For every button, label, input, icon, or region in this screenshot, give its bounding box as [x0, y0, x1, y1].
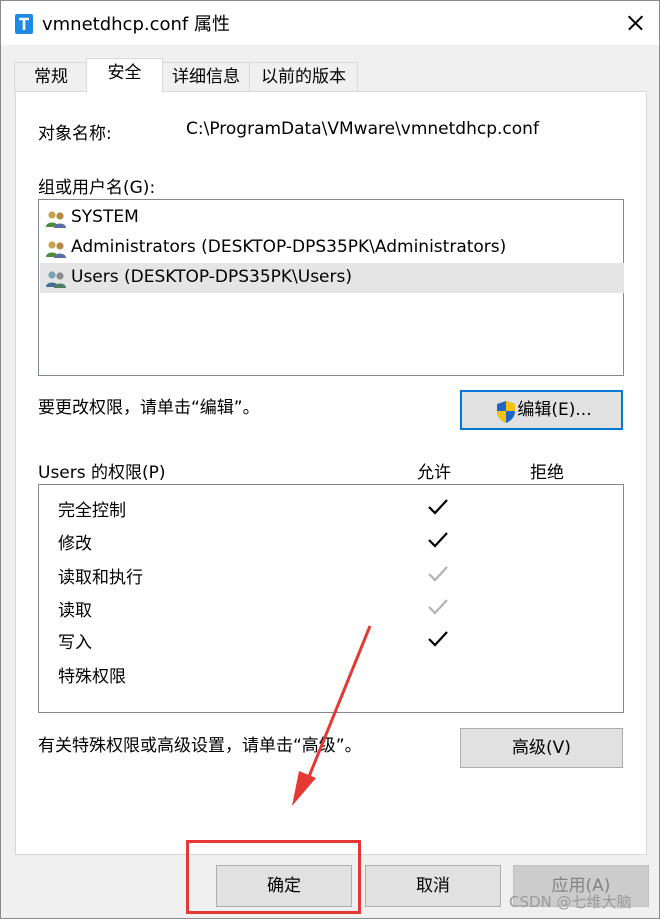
user-group-icon [46, 211, 66, 228]
permission-name: 修改 [58, 534, 92, 554]
list-item-label: Administrators (DESKTOP-DPS35PK\Administ… [71, 237, 507, 257]
tab-details[interactable]: 详细信息 [161, 62, 251, 91]
tab-label: 以前的版本 [261, 67, 346, 87]
user-group-icon [46, 241, 66, 258]
permissions-label: Users 的权限(P) [38, 463, 166, 483]
watermark-text: CSDN @七维大脑 [509, 893, 632, 911]
cancel-button-label: 取消 [416, 876, 450, 896]
title-bar: vmnetdhcp.conf 属性 [1, 1, 659, 45]
permission-name: 特殊权限 [58, 667, 126, 687]
tab-security[interactable]: 安全 [86, 58, 163, 92]
security-panel: 对象名称: C:\ProgramData\VMware\vmnetdhcp.co… [15, 91, 647, 855]
highlight-box [186, 840, 361, 914]
permissions-table: 完全控制 修改 读取和执行 读取 写入 特殊权限 [38, 484, 624, 713]
groups-label: 组或用户名(G): [38, 178, 156, 198]
check-icon [428, 631, 448, 647]
permission-name: 写入 [58, 633, 92, 653]
groups-listbox[interactable]: SYSTEM Administrators (DESKTOP-DPS35PK\A… [38, 199, 624, 376]
permission-name: 完全控制 [58, 501, 126, 521]
permission-name: 读取 [58, 601, 92, 621]
edit-button[interactable]: 编辑(E)... [460, 390, 623, 430]
permission-row: 完全控制 [39, 490, 623, 523]
inherited-check-icon [428, 599, 448, 615]
list-item-label: Users (DESKTOP-DPS35PK\Users) [71, 267, 352, 287]
text-file-icon [15, 14, 33, 34]
tab-previous-versions[interactable]: 以前的版本 [249, 62, 358, 91]
permission-row: 写入 [39, 622, 623, 655]
permission-row: 读取 [39, 590, 623, 623]
permission-row: 修改 [39, 523, 623, 556]
uac-shield-icon [497, 401, 515, 423]
cancel-button[interactable]: 取消 [365, 865, 501, 907]
list-item[interactable]: SYSTEM [40, 203, 624, 233]
properties-dialog: vmnetdhcp.conf 属性 常规 安全 详细信息 以前的版本 对象名称:… [0, 0, 660, 919]
object-name-label: 对象名称: [38, 124, 112, 144]
user-group-icon [46, 271, 66, 288]
permission-row: 特殊权限 [39, 656, 623, 689]
close-button[interactable] [611, 1, 659, 45]
tab-label: 详细信息 [172, 67, 240, 87]
window-title: vmnetdhcp.conf 属性 [42, 14, 230, 35]
tab-label: 常规 [34, 67, 68, 87]
list-item-label: SYSTEM [71, 207, 139, 227]
list-item-selected[interactable]: Users (DESKTOP-DPS35PK\Users) [40, 263, 624, 293]
advanced-button-label: 高级(V) [512, 738, 571, 758]
deny-header: 拒绝 [530, 463, 564, 483]
edit-button-label: 编辑(E)... [517, 400, 592, 420]
allow-header: 允许 [417, 463, 451, 483]
object-name-value: C:\ProgramData\VMware\vmnetdhcp.conf [186, 119, 539, 139]
permission-name: 读取和执行 [58, 568, 143, 588]
inherited-check-icon [428, 566, 448, 582]
check-icon [428, 499, 448, 515]
tab-label: 安全 [107, 63, 142, 83]
check-icon [428, 532, 448, 548]
advanced-button[interactable]: 高级(V) [460, 728, 623, 768]
advanced-hint: 有关特殊权限或高级设置，请单击“高级”。 [38, 736, 362, 756]
edit-hint: 要更改权限，请单击“编辑”。 [38, 398, 260, 418]
permission-row: 读取和执行 [39, 557, 623, 590]
list-item[interactable]: Administrators (DESKTOP-DPS35PK\Administ… [40, 233, 624, 263]
tab-general[interactable]: 常规 [14, 62, 88, 91]
